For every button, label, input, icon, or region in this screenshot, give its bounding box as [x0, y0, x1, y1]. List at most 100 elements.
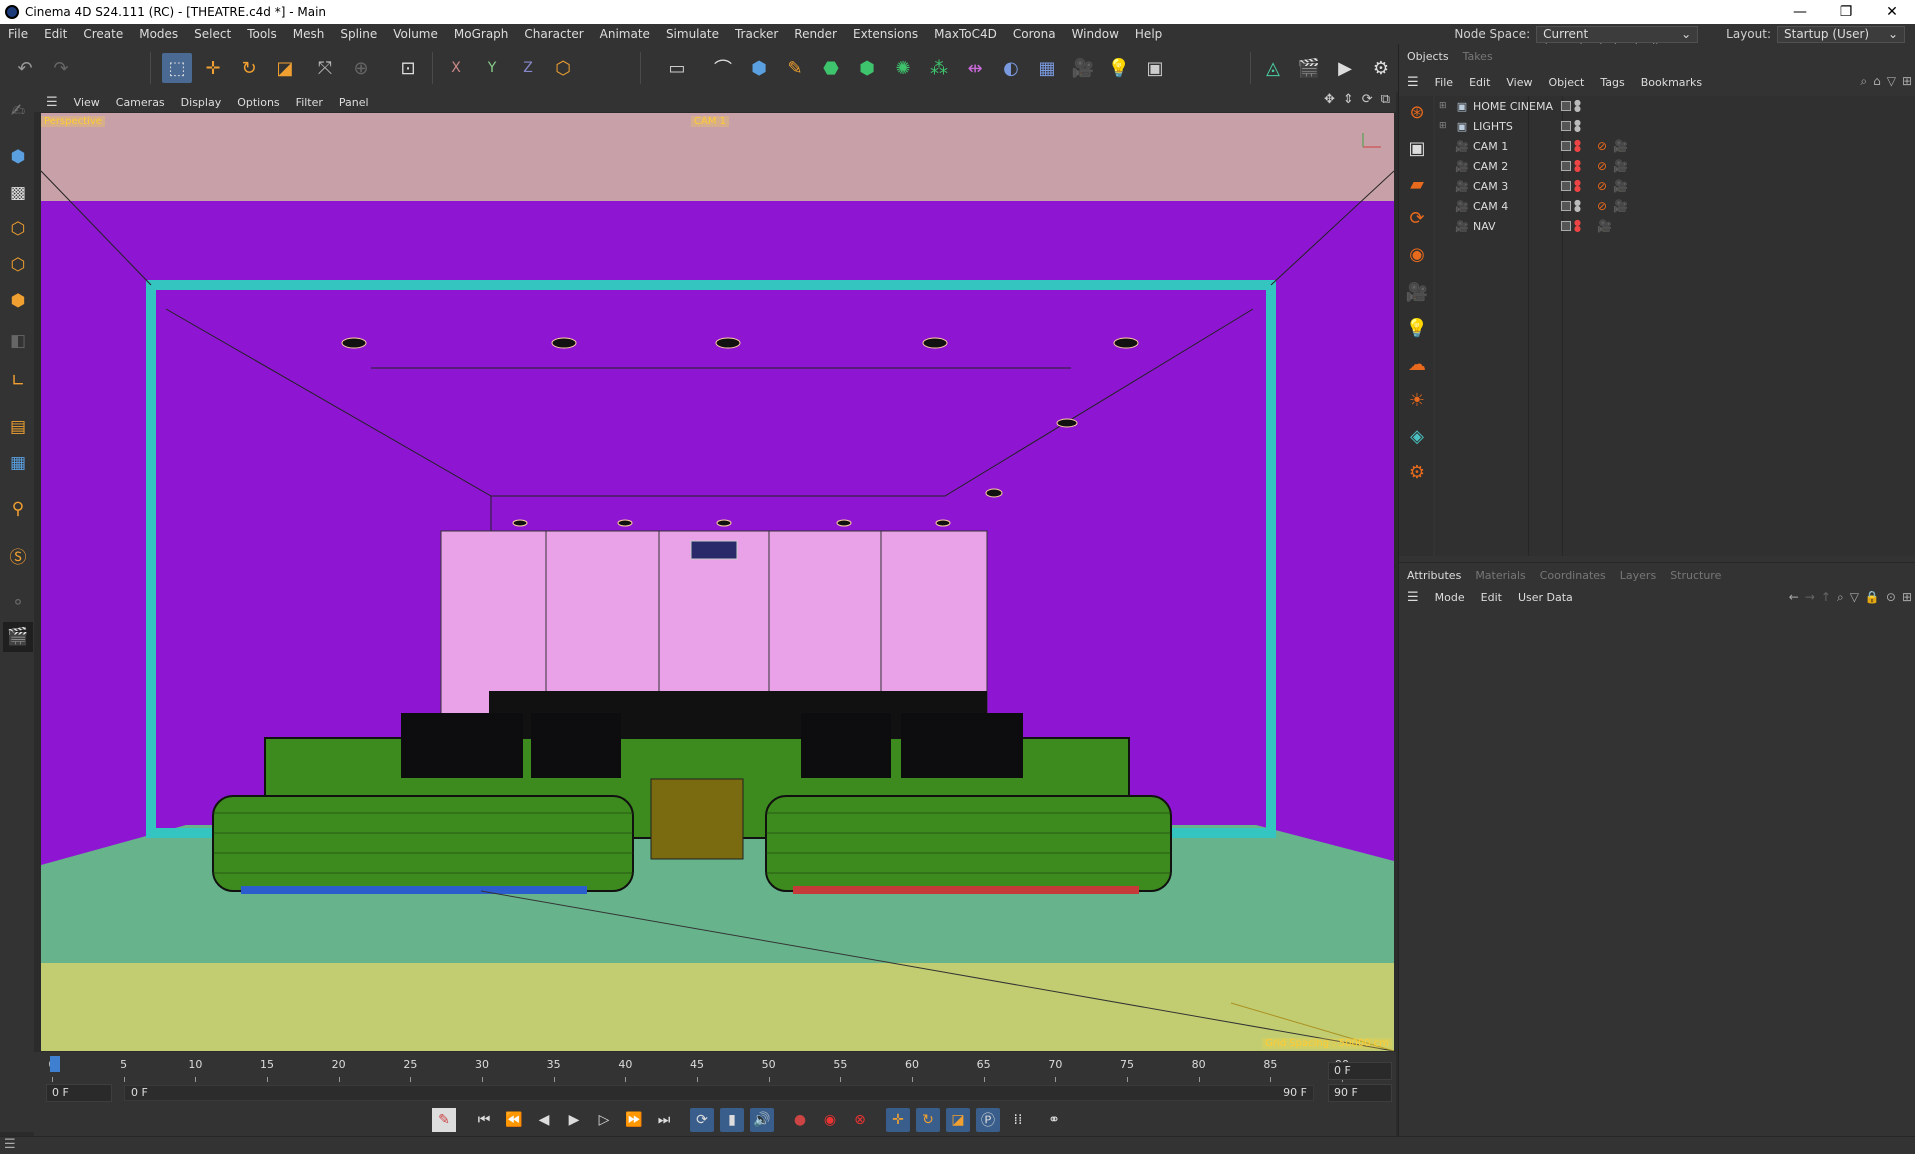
up-arrow-icon[interactable]: ↑: [1821, 590, 1831, 605]
snap-icon[interactable]: ⊕: [346, 53, 376, 83]
snapping-icon[interactable]: ▦: [3, 448, 33, 478]
camera-tag-icon[interactable]: 🎥: [1613, 159, 1628, 173]
back-arrow-icon[interactable]: ←: [1789, 590, 1799, 605]
object-name[interactable]: HOME CINEMA: [1473, 100, 1555, 113]
new-window-icon[interactable]: ⊞: [1902, 590, 1912, 605]
attributes-hamburger-icon[interactable]: ☰: [1399, 590, 1427, 605]
playhead[interactable]: [50, 1056, 60, 1072]
tab-attributes[interactable]: Attributes: [1407, 569, 1461, 582]
visibility-dots[interactable]: ● ●: [1574, 199, 1581, 213]
object-name[interactable]: LIGHTS: [1473, 120, 1555, 133]
viewport-menu-display[interactable]: Display: [173, 96, 230, 109]
cloner-icon[interactable]: ✺: [888, 53, 918, 83]
subdivision-icon[interactable]: ⬣: [816, 53, 846, 83]
filter-icon[interactable]: ▽: [1887, 74, 1896, 89]
om-menu-tags[interactable]: Tags: [1592, 76, 1632, 89]
menu-extensions[interactable]: Extensions: [845, 24, 926, 44]
menu-character[interactable]: Character: [516, 24, 591, 44]
cube-icon[interactable]: ⬢: [744, 53, 774, 83]
enable-checkbox[interactable]: [1561, 221, 1571, 231]
viewport-camera-label[interactable]: CAM 1: [691, 116, 729, 127]
tab-materials[interactable]: Materials: [1475, 569, 1525, 582]
undo-icon[interactable]: ↶: [10, 53, 40, 83]
menu-mograph[interactable]: MoGraph: [446, 24, 517, 44]
loop-icon[interactable]: ⟳: [690, 1108, 714, 1132]
object-row-lights[interactable]: ⊞ ▣ LIGHTS ● ●: [1435, 116, 1915, 136]
transform-tool-icon[interactable]: ⤧: [310, 53, 340, 83]
motion-system-icon[interactable]: ⚭: [1042, 1108, 1066, 1132]
tab-objects[interactable]: Objects: [1407, 50, 1449, 63]
viewport-menu-options[interactable]: Options: [229, 96, 287, 109]
field-icon[interactable]: ◐: [996, 53, 1026, 83]
menu-select[interactable]: Select: [186, 24, 239, 44]
object-name[interactable]: NAV: [1473, 220, 1555, 233]
preview-range-bar[interactable]: 0 F 90 F: [124, 1085, 1314, 1101]
enable-checkbox[interactable]: [1561, 141, 1571, 151]
visibility-dots[interactable]: ● ●: [1574, 99, 1581, 113]
attr-menu-edit[interactable]: Edit: [1473, 591, 1510, 604]
protection-tag-icon[interactable]: ⊘: [1597, 179, 1607, 193]
menu-modes[interactable]: Modes: [131, 24, 186, 44]
minimize-button[interactable]: —: [1777, 0, 1823, 24]
corona-light-icon[interactable]: 💡: [1403, 314, 1431, 342]
solo-icon[interactable]: ⚬: [3, 588, 33, 618]
mograph-icon[interactable]: ⁂: [924, 53, 954, 83]
material-library-icon[interactable]: ▰: [1403, 170, 1431, 198]
corona-camera-object-icon[interactable]: 🎥: [1403, 278, 1431, 306]
lock-z-axis-icon[interactable]: Z: [513, 53, 543, 83]
model-mode-icon[interactable]: ⬢: [3, 142, 33, 172]
corona-render-icon[interactable]: ◉: [1403, 240, 1431, 268]
tab-coordinates[interactable]: Coordinates: [1540, 569, 1606, 582]
node-space-select[interactable]: Current (Standard/Physical) ⌄: [1536, 25, 1699, 56]
protection-tag-icon[interactable]: ⊘: [1597, 139, 1607, 153]
object-name[interactable]: CAM 1: [1473, 140, 1555, 153]
clapper-icon[interactable]: 🎬: [3, 622, 33, 652]
spline-pen-icon[interactable]: ⌒: [708, 53, 738, 83]
select-tool-icon[interactable]: ⬚: [162, 53, 192, 83]
camera-tag-icon[interactable]: 🎥: [1613, 199, 1628, 213]
fps-icon[interactable]: ▮: [720, 1108, 744, 1132]
menu-create[interactable]: Create: [75, 24, 131, 44]
protection-tag-icon[interactable]: ⊘: [1597, 159, 1607, 173]
viewport-menu-cameras[interactable]: Cameras: [108, 96, 173, 109]
object-name[interactable]: CAM 4: [1473, 200, 1555, 213]
filter-icon[interactable]: ▽: [1850, 590, 1859, 605]
enable-checkbox[interactable]: [1561, 161, 1571, 171]
key-parameter-icon[interactable]: Ⓟ: [976, 1108, 1000, 1132]
pen-icon[interactable]: ✎: [780, 53, 810, 83]
camera-tag-icon[interactable]: 🎥: [1597, 219, 1612, 233]
play-icon[interactable]: ▶: [562, 1108, 586, 1132]
viewport-hamburger-icon[interactable]: ☰: [34, 95, 66, 110]
keyframe-tool-icon[interactable]: ✎: [432, 1108, 456, 1132]
timeline-ruler[interactable]: 051015202530354045505560657075808590: [44, 1058, 1364, 1082]
home-icon[interactable]: ⌂: [1873, 74, 1881, 89]
deformer-icon[interactable]: ⇹: [960, 53, 990, 83]
om-menu-edit[interactable]: Edit: [1461, 76, 1498, 89]
viewport-menu-filter[interactable]: Filter: [288, 96, 331, 109]
frame-buffer-icon[interactable]: ▣: [1403, 134, 1431, 162]
orbit-view-icon[interactable]: ⟳: [1362, 92, 1373, 107]
dolly-view-icon[interactable]: ⇕: [1343, 92, 1354, 107]
enable-checkbox[interactable]: [1561, 121, 1571, 131]
menu-volume[interactable]: Volume: [385, 24, 446, 44]
maximize-button[interactable]: ❐: [1823, 0, 1869, 24]
lock-x-axis-icon[interactable]: X: [441, 53, 471, 83]
object-row-cam-4[interactable]: 🎥 CAM 4 ● ● ⊘ 🎥: [1435, 196, 1915, 216]
interactive-render-icon[interactable]: ⟳: [1403, 204, 1431, 232]
visibility-dots[interactable]: ● ●: [1574, 139, 1581, 153]
menu-mesh[interactable]: Mesh: [285, 24, 333, 44]
light-icon[interactable]: 💡: [1104, 53, 1134, 83]
axis-mode-icon[interactable]: ∟: [3, 366, 33, 396]
corona-settings-icon[interactable]: ⚙: [1403, 458, 1431, 486]
current-frame-field[interactable]: 0 F: [46, 1084, 112, 1102]
enable-checkbox[interactable]: [1561, 101, 1571, 111]
om-menu-object[interactable]: Object: [1541, 76, 1593, 89]
key-rotation-icon[interactable]: ↻: [916, 1108, 940, 1132]
menu-simulate[interactable]: Simulate: [658, 24, 727, 44]
object-manager-hamburger-icon[interactable]: ☰: [1399, 75, 1427, 90]
previous-frame-icon[interactable]: ◀: [532, 1108, 556, 1132]
polygons-mode-icon[interactable]: ⬢: [3, 286, 33, 316]
close-button[interactable]: ✕: [1869, 0, 1915, 24]
edit-render-settings-icon[interactable]: ⚙: [1366, 53, 1396, 83]
key-scale-icon[interactable]: ◪: [946, 1108, 970, 1132]
